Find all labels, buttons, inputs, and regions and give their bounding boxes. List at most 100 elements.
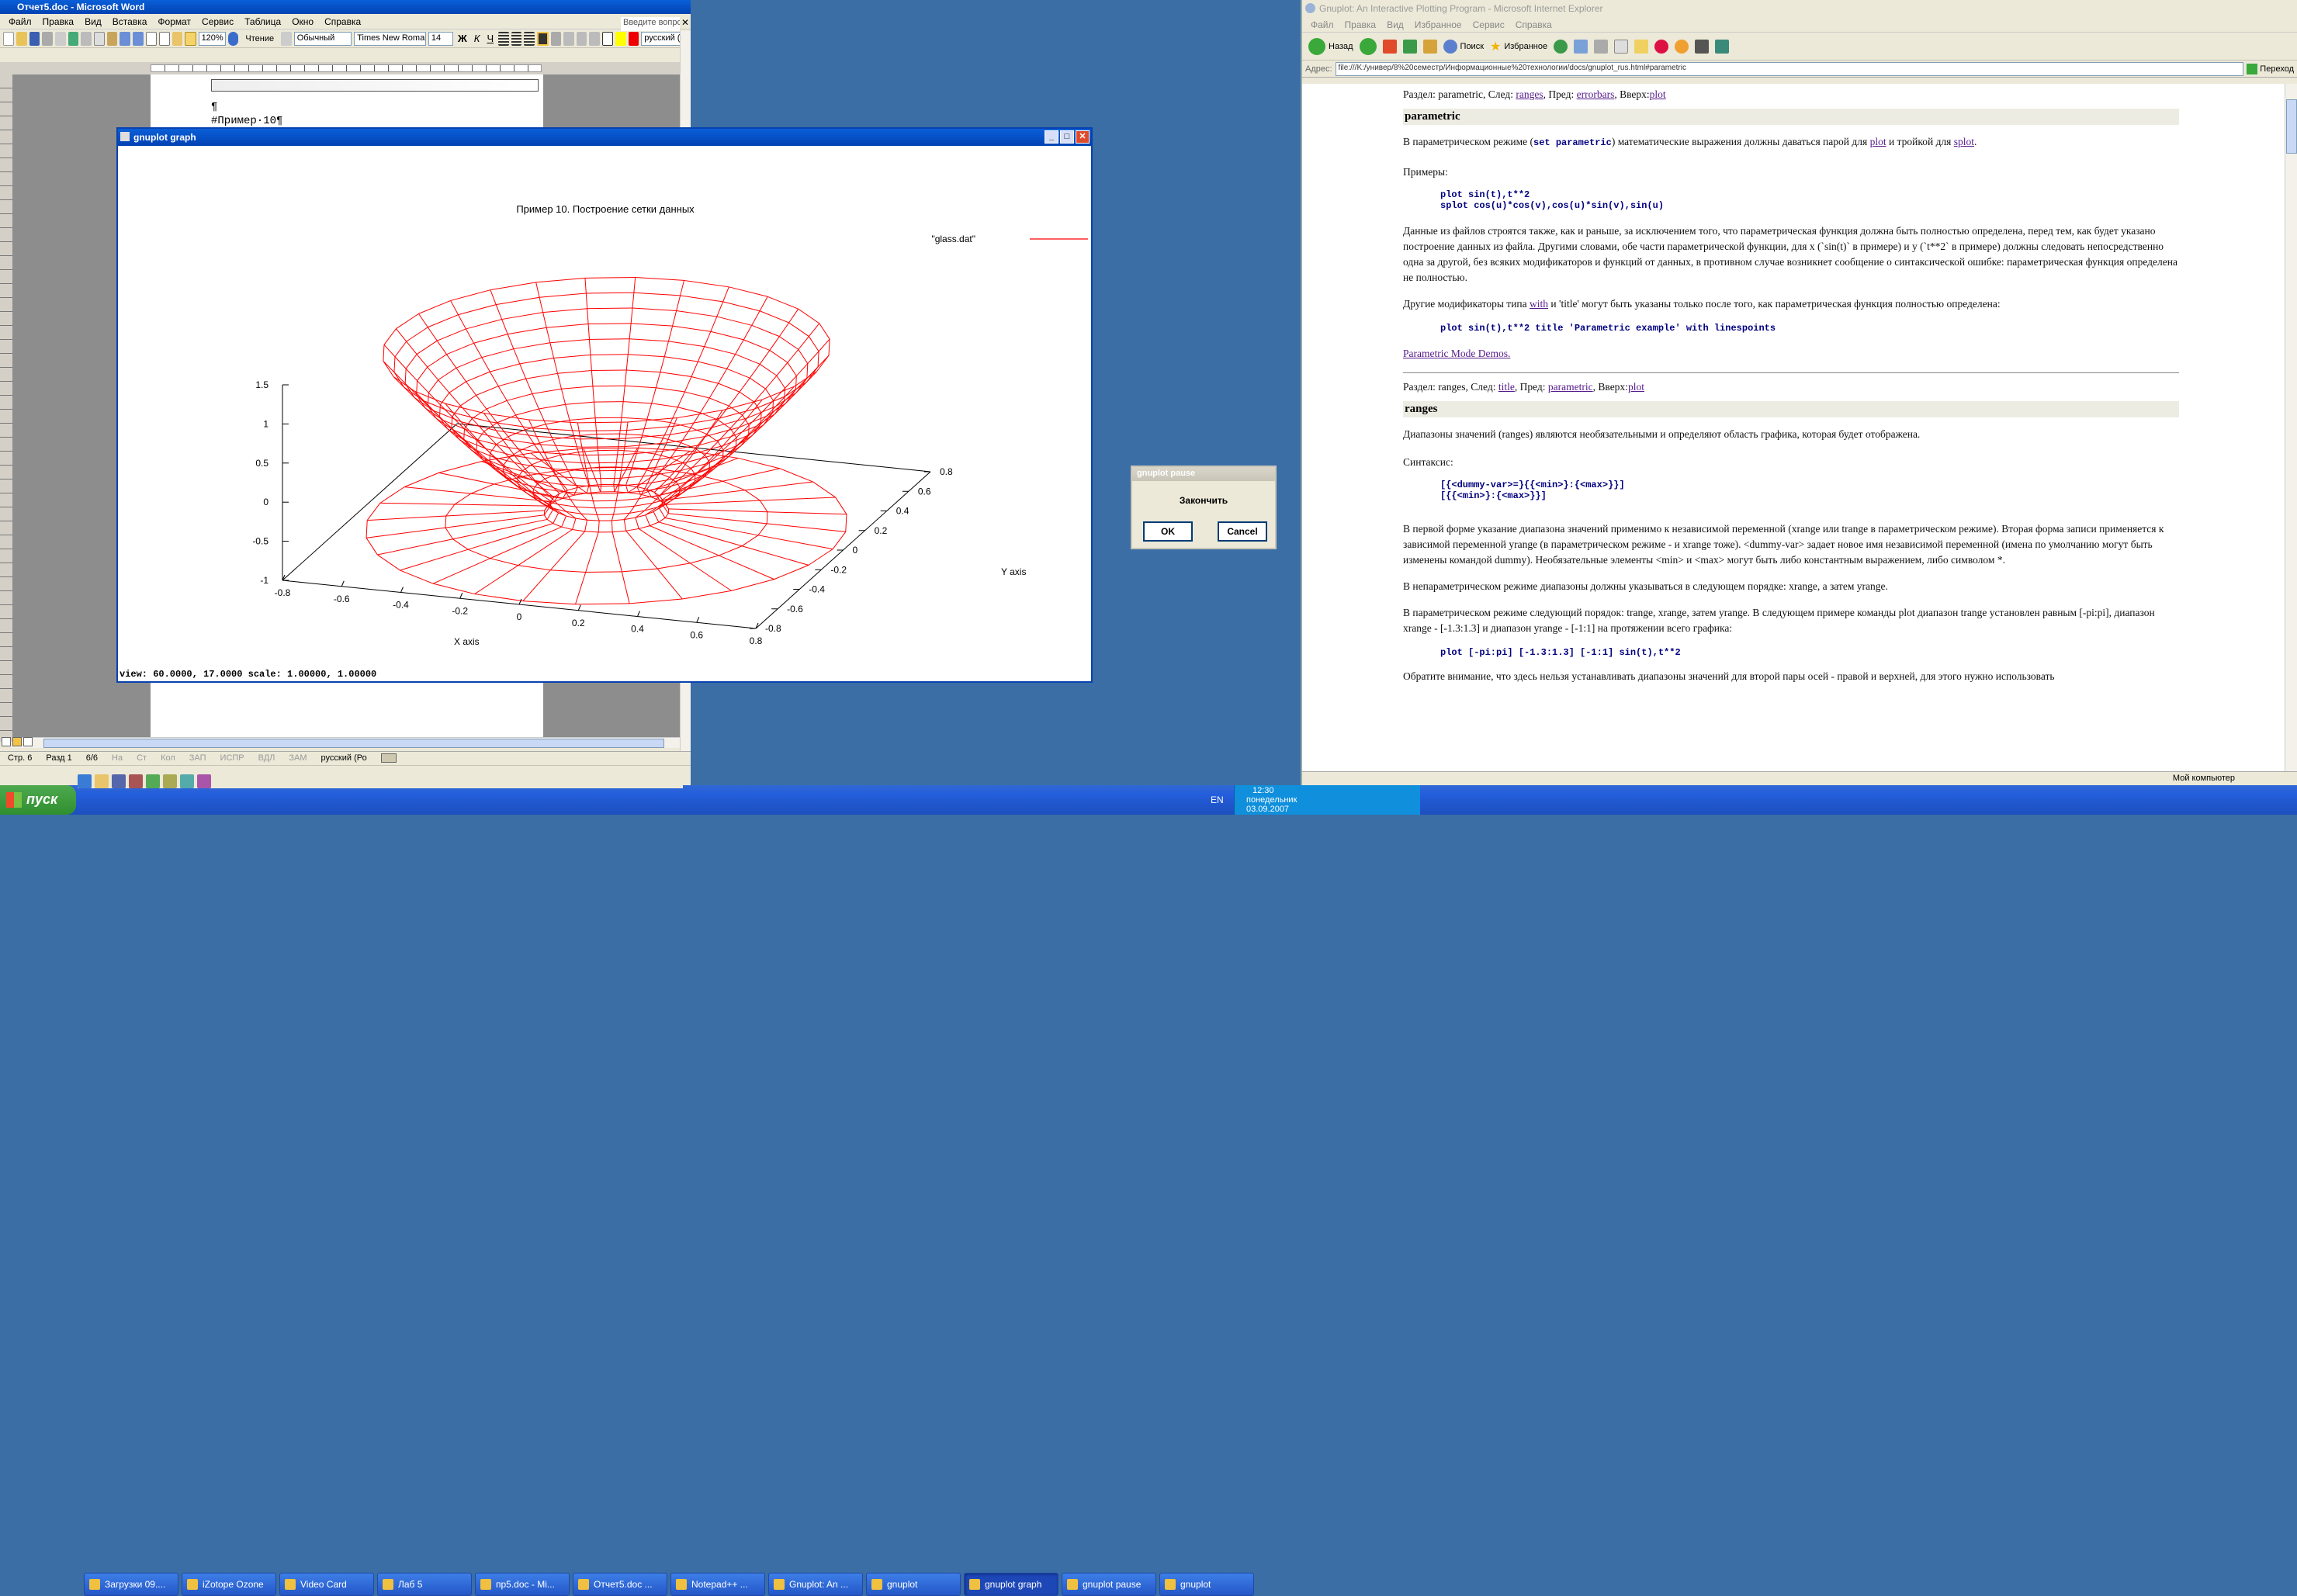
history-icon[interactable] [1554,40,1568,54]
maximize-button[interactable]: □ [1060,130,1074,144]
ok-button[interactable]: OK [1143,521,1193,542]
word-close-doc-icon[interactable]: ✕ [681,17,689,28]
open-icon[interactable] [16,32,27,46]
indent-icon[interactable] [589,32,600,46]
align-right-icon[interactable] [524,32,535,46]
font-color-icon[interactable] [629,32,639,46]
word-menu-item[interactable]: Вид [79,16,107,27]
ql-folder-icon[interactable] [95,774,109,788]
redo-icon[interactable] [133,32,144,46]
ql-app-icon[interactable] [112,774,126,788]
ie-menu-item[interactable]: Справка [1510,19,1557,30]
ie-scrollbar[interactable] [2285,84,2297,771]
ql-ie-icon[interactable] [78,774,92,788]
ie-menu-item[interactable]: Избранное [1409,19,1467,30]
taskbar-item[interactable]: Лаб 5 [377,1573,472,1596]
new-doc-icon[interactable] [3,32,14,46]
language-indicator[interactable]: EN [1211,795,1224,805]
link-prev-errorbars[interactable]: errorbars [1577,88,1615,100]
ql-app-icon[interactable] [129,774,143,788]
align-center-icon[interactable] [511,32,522,46]
research-icon[interactable] [1675,40,1689,54]
zoom-select[interactable]: 120% [199,32,226,46]
align-left-icon[interactable] [498,32,509,46]
taskbar-item[interactable]: Gnuplot: An ... [768,1573,863,1596]
home-icon[interactable] [1423,40,1437,54]
status-ext[interactable]: ВДЛ [258,753,275,763]
size-select[interactable]: 14 [428,32,453,46]
clock-time[interactable]: 12:30 [1252,786,1274,795]
refresh-icon[interactable] [1403,40,1417,54]
start-button[interactable]: пуск [0,785,76,815]
link-up-plot-2[interactable]: plot [1628,381,1644,393]
print-icon[interactable] [42,32,53,46]
word-menu-item[interactable]: Окно [286,16,319,27]
undo-icon[interactable] [120,32,130,46]
link-up-plot[interactable]: plot [1650,88,1666,100]
taskbar-item[interactable]: gnuplot graph [964,1573,1058,1596]
stop-icon[interactable] [1383,40,1397,54]
taskbar-item[interactable]: Отчет5.doc ... [573,1573,667,1596]
taskbar-item[interactable]: gnuplot [866,1573,961,1596]
cancel-button[interactable]: Cancel [1218,521,1267,542]
gnuplot-plot-area[interactable]: Пример 10. Построение сетки данных "glas… [118,146,1091,681]
link-parametric-demos[interactable]: Parametric Mode Demos. [1403,348,1510,359]
discuss-icon[interactable] [1634,40,1648,54]
word-help-input[interactable]: Введите вопрос [621,17,680,31]
word-menu-item[interactable]: Файл [3,16,37,27]
help-icon[interactable] [228,32,239,46]
show-marks-icon[interactable] [185,32,196,46]
taskbar-item[interactable]: Video Card [279,1573,374,1596]
preview-icon[interactable] [55,32,66,46]
taskbar-item[interactable]: Загрузки 09.... [84,1573,178,1596]
justify-icon[interactable] [537,32,549,46]
columns-icon[interactable] [159,32,170,46]
paste-icon[interactable] [107,32,118,46]
address-input[interactable]: file:///K:/универ/8%20семестр/Информацио… [1336,62,2244,76]
word-menu-item[interactable]: Вставка [107,16,153,27]
status-rec[interactable]: ЗАП [189,753,206,763]
favorites-button[interactable]: ★Избранное [1490,39,1547,54]
close-button[interactable]: ✕ [1076,130,1090,144]
line-spacing-icon[interactable] [551,32,562,46]
border-icon[interactable] [602,32,613,46]
numbering-icon[interactable] [563,32,574,46]
drawing-icon[interactable] [172,32,183,46]
cut-icon[interactable] [81,32,92,46]
taskbar-item[interactable]: Notepad++ ... [670,1573,765,1596]
mail-icon[interactable] [1574,40,1588,54]
back-button[interactable]: Назад [1308,38,1353,55]
link-next-title[interactable]: title [1498,381,1515,393]
save-icon[interactable] [29,32,40,46]
forward-icon[interactable] [1360,38,1377,55]
link-with[interactable]: with [1530,298,1548,310]
status-ovr[interactable]: ЗАМ [289,753,307,763]
underline-button[interactable]: Ч [484,33,496,44]
edit-icon[interactable] [1614,40,1628,54]
taskbar-item[interactable]: iZotope Ozone [182,1573,276,1596]
word-menu-item[interactable]: Правка [37,16,80,27]
print-ie-icon[interactable] [1594,40,1608,54]
highlight-icon[interactable] [615,32,626,46]
vertical-ruler[interactable] [0,74,12,742]
word-menu-item[interactable]: Формат [152,16,196,27]
taskbar-item[interactable]: пр5.doc - Mi... [475,1573,570,1596]
ql-app-icon[interactable] [197,774,211,788]
ql-app-icon[interactable] [146,774,160,788]
word-menu-item[interactable]: Сервис [196,16,239,27]
italic-button[interactable]: К [472,33,483,44]
ql-app-icon[interactable] [163,774,177,788]
go-button[interactable]: Переход [2247,64,2294,74]
ie-menu-item[interactable]: Сервис [1467,19,1510,30]
link-prev-parametric[interactable]: parametric [1548,381,1593,393]
bold-button[interactable]: Ж [456,33,469,44]
ql-app-icon[interactable] [180,774,194,788]
styles-icon[interactable] [281,32,292,46]
search-button[interactable]: Поиск [1443,40,1484,54]
reading-mode-button[interactable]: Чтение [241,34,279,43]
copy-icon[interactable] [94,32,105,46]
extension-icon[interactable] [1715,40,1729,54]
link-plot[interactable]: plot [1870,136,1886,147]
status-trk[interactable]: ИСПР [220,753,244,763]
word-menu-item[interactable]: Справка [319,16,366,27]
